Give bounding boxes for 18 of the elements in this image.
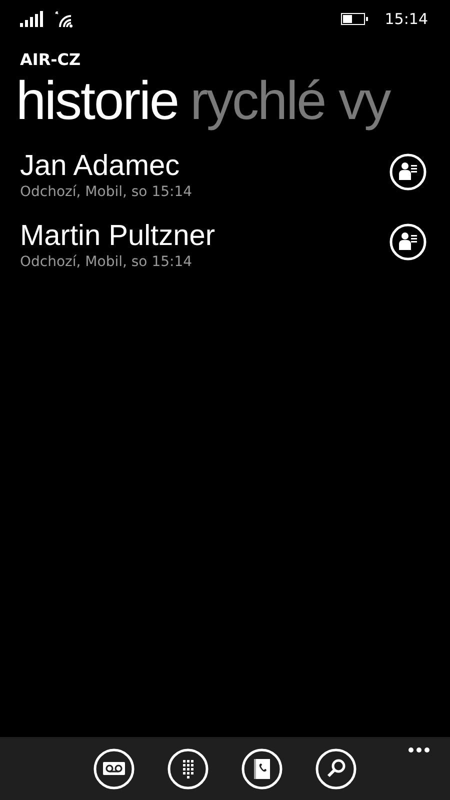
status-time: 15:14 xyxy=(384,10,428,28)
voicemail-icon[interactable] xyxy=(93,748,135,790)
battery-icon xyxy=(340,13,369,25)
search-icon[interactable] xyxy=(315,748,357,790)
contact-name[interactable]: Jan Adamec xyxy=(20,149,192,183)
contact-card-icon[interactable] xyxy=(389,223,427,261)
more-icon[interactable] xyxy=(408,747,430,753)
keypad-icon[interactable] xyxy=(167,748,209,790)
contact-card-icon[interactable] xyxy=(389,153,427,191)
wifi-icon xyxy=(54,10,74,28)
pivot-header[interactable]: historie xyxy=(16,69,178,133)
phone-book-icon[interactable] xyxy=(241,748,283,790)
contact-name[interactable]: Martin Pultzner xyxy=(20,219,216,253)
signal-icon xyxy=(20,11,44,27)
call-detail: Odchozí, Mobil, so 15:14 xyxy=(20,253,194,271)
call-detail: Odchozí, Mobil, so 15:14 xyxy=(20,183,192,201)
pivot-header[interactable]: rychlé vy xyxy=(190,69,390,133)
app-title: AIR-CZ xyxy=(20,50,82,69)
